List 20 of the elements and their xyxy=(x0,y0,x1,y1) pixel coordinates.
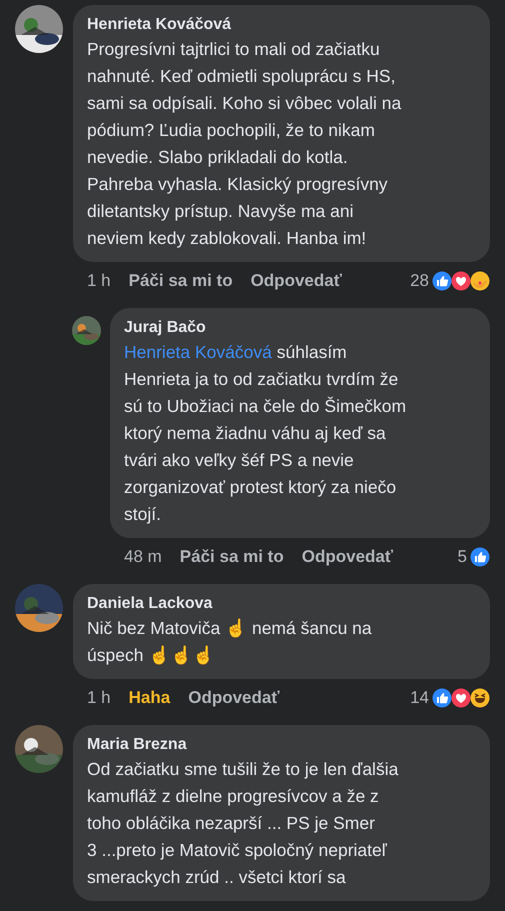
comment-time: 1 h xyxy=(87,270,111,292)
like-link[interactable]: Haha xyxy=(128,685,170,711)
author-name: Juraj Bačo xyxy=(124,318,207,338)
comment-text: Progresívni tajtrlici to mali od začiatku nahnuté. Keď odmietli spoluprácu s HS, sami sa odpísali. Koho si vôbec volali na pódium? Ľudia pochopili, že to nikam nevedie. Slabo prikladali do kotla. Pahreba vyhasla. Klasický progresívny diletantsky prístup. Navyše ma ani neviem kedy zablokovali. Hanba im! xyxy=(87,38,402,250)
author-name: Daniela Lackova xyxy=(87,594,214,614)
like-link[interactable]: Páči sa mi to xyxy=(128,268,233,294)
author-name: Maria Brezna xyxy=(87,735,188,755)
reply-link[interactable]: Odpovedať xyxy=(302,544,394,570)
author-name: Henrieta Kováčová xyxy=(87,15,232,35)
comment-text: Od začiatku sme tušili že to je len ďalšia kamufláž z dielne progresívcov a že z toho obláčika nezaprší ... PS je Smer 3 ...preto je Matovič spoločný nepriateľ smerackych zrúd .. všetci ktorí sa xyxy=(87,758,400,889)
reply-link[interactable]: Odpovedať xyxy=(188,685,280,711)
reaction-count: 28 xyxy=(410,270,429,292)
comment-text: Henrieta Kováčová súhlasím Henrieta ja to od začiatku tvrdím že sú to Ubožiaci na čele do Šimečkom ktorý nema žiadnu váhu aj keď sa tvári ako veľky šéf PS a nevie zorganizovať protest ktorý za niečo stojí. xyxy=(124,341,408,526)
comment-time: 1 h xyxy=(87,687,111,709)
reply-link[interactable]: Odpovedať xyxy=(250,268,342,294)
comment-time: 48 m xyxy=(124,546,162,568)
like-link[interactable]: Páči sa mi to xyxy=(180,544,284,570)
reaction-count: 5 xyxy=(458,546,467,568)
comment-text: Nič bez Matoviča ☝ nemá šancu na úspech ☝☝☝ xyxy=(87,617,373,667)
reaction-count: 14 xyxy=(410,687,429,709)
